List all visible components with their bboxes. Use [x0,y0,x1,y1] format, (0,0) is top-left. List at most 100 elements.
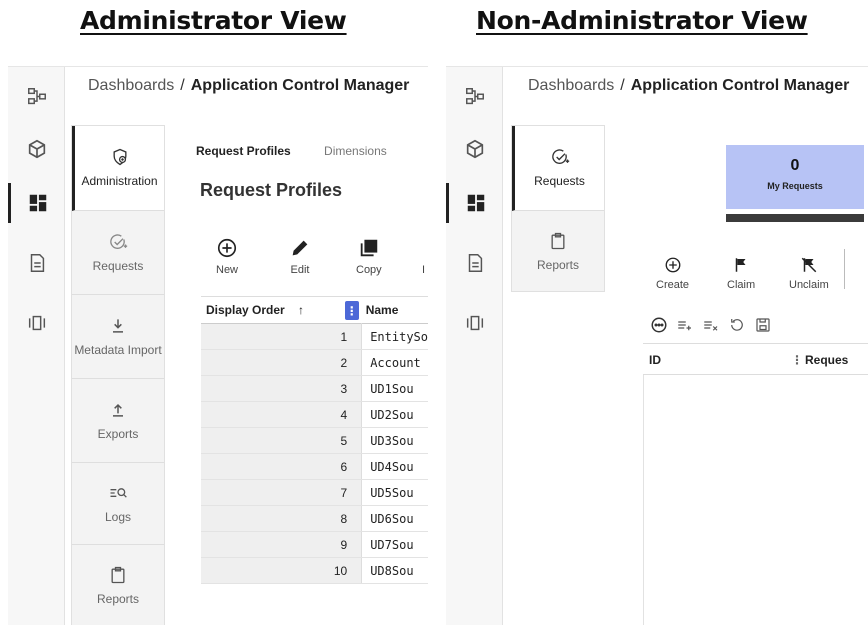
clipboard-icon [551,232,565,250]
column-menu-button[interactable]: ⋮ [344,301,359,320]
column-header-requests[interactable]: Reques [805,353,848,367]
requests-grid-body [643,375,868,625]
grid-header-row: Display Order ↑ ⋮ Name [201,296,428,324]
table-row[interactable]: 6 UD4Sou [201,453,428,480]
hierarchy-icon[interactable] [8,77,65,117]
cube-icon[interactable] [446,129,503,169]
display-order-cell: 3 [201,375,363,402]
column-header-id[interactable]: ID [649,353,661,367]
display-order-cell: 8 [201,505,363,532]
grid-filter-bar [646,310,868,340]
requests-grid-header: ID ⋮ Reques [643,343,868,375]
column-menu-icon[interactable]: ⋮ [791,353,803,367]
name-cell: UD4Sou [361,453,428,480]
subnav-item-requests[interactable]: Requests [72,211,164,295]
subnav-item-requests[interactable]: Requests [512,126,604,211]
left-rail [8,67,65,625]
table-row[interactable]: 9 UD7Sou [201,531,428,558]
subnav-label: Requests [534,174,585,189]
column-header-display-order[interactable]: Display Order ↑ ⋮ [201,297,362,324]
copy-button[interactable]: Copy [356,237,382,276]
table-row[interactable]: 1 EntitySo [201,323,428,350]
display-order-cell: 9 [201,531,363,558]
right-rail [446,67,503,625]
table-row[interactable]: 3 UD1Sou [201,375,428,402]
subnav-label: Administration [81,174,158,189]
subnav-item-reports[interactable]: Reports [72,545,164,625]
breadcrumb-separator: / [620,77,625,94]
name-cell: UD1Sou [361,375,428,402]
subnav-label: Requests [92,258,144,273]
my-requests-count: 0 [790,157,800,174]
document-icon[interactable] [446,243,503,283]
non-administrator-view-heading: Non-Administrator View [476,6,808,35]
table-row[interactable]: 4 UD2Sou [201,401,428,428]
display-order-cell: 2 [201,349,363,376]
name-cell: UD8Sou [361,557,428,584]
subnav-label: Reports [536,258,580,273]
copy-label: Copy [356,264,382,276]
name-cell: UD5Sou [361,479,428,506]
clear-filter-icon[interactable] [698,316,724,334]
table-row[interactable]: 5 UD3Sou [201,427,428,454]
breadcrumb: Dashboards / Application Control Manager [528,77,849,95]
display-order-cell: 7 [201,479,363,506]
my-requests-card[interactable]: 0 My Requests [726,145,864,209]
administrator-panel: Dashboards / Application Control Manager A… [8,66,428,625]
claim-button[interactable]: Claim [727,256,755,291]
refresh-icon[interactable] [724,316,750,334]
dashboard-icon[interactable] [446,183,503,223]
nonadmin-subnav: Requests Reports [511,125,605,292]
metric-card-bar [726,214,864,222]
new-button[interactable]: New [216,237,238,276]
add-filter-icon[interactable] [672,316,698,334]
panels-icon[interactable] [8,303,65,343]
edit-button[interactable]: Edit [289,237,311,276]
column-header-name[interactable]: Name [362,297,428,324]
claim-label: Claim [727,279,756,291]
check-plus-icon [110,233,128,249]
breadcrumb-dashboards[interactable]: Dashboards [528,77,614,94]
cube-icon[interactable] [8,129,65,169]
table-row[interactable]: 10 UD8Sou [201,557,428,584]
plus-circle-icon [665,257,680,273]
display-order-cell: 1 [201,323,363,350]
more-circle-icon[interactable] [646,316,672,334]
name-cell: UD3Sou [361,427,428,454]
subnav-item-logs[interactable]: Logs [72,463,164,545]
table-row[interactable]: 7 UD5Sou [201,479,428,506]
document-icon[interactable] [8,243,65,283]
subnav-label: Logs [104,509,132,524]
subnav-item-metadata-import[interactable]: Metadata Import [72,295,164,379]
tab-request-profiles[interactable]: Request Profiles [196,144,291,158]
subnav-item-administration[interactable]: Administration [72,126,164,211]
subnav-item-exports[interactable]: Exports [72,379,164,463]
toolbar-clipped-label: I [422,264,426,276]
section-title: Request Profiles [200,180,343,200]
flag-off-icon [801,257,817,273]
unclaim-label: Unclaim [789,279,829,291]
name-cell: EntitySo [361,323,428,350]
panels-icon[interactable] [446,303,503,343]
table-row[interactable]: 2 Account [201,349,428,376]
check-plus-icon [551,149,569,165]
non-administrator-panel: Dashboards / Application Control Manager R… [446,66,868,625]
table-row[interactable]: 8 UD6Sou [201,505,428,532]
toolbar-clipped-button[interactable]: I [422,264,425,276]
new-label: New [216,264,239,276]
breadcrumb-dashboards[interactable]: Dashboards [88,77,174,94]
subnav-item-reports[interactable]: Reports [512,211,604,293]
breadcrumb-current: Application Control Manager [190,77,410,94]
hierarchy-icon[interactable] [446,77,503,117]
dashboard-icon[interactable] [8,183,65,223]
unclaim-button[interactable]: Unclaim [789,256,829,291]
tab-dimensions[interactable]: Dimensions [324,144,387,158]
save-icon[interactable] [750,316,776,334]
create-button[interactable]: Create [656,256,689,291]
toolbar-divider [844,249,845,289]
display-order-cell: 4 [201,401,363,428]
edit-label: Edit [290,264,310,276]
display-order-label: Display Order [206,303,285,317]
admin-tabs: Request Profiles Dimensions [196,144,417,158]
plus-circle-icon [217,238,237,258]
